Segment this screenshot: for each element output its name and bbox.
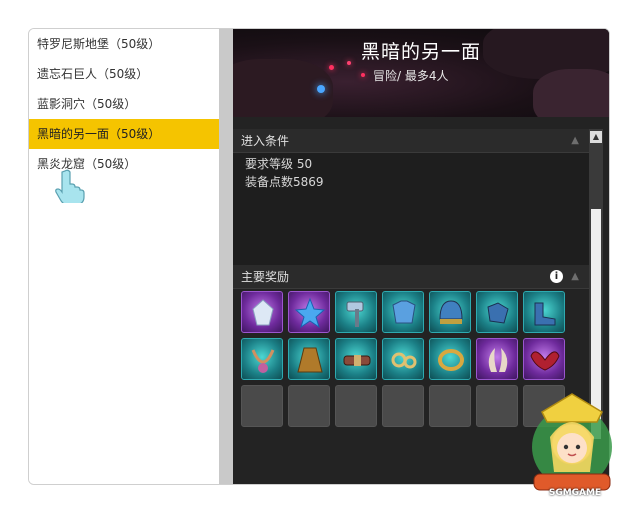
reward-slot[interactable] <box>429 338 471 380</box>
dungeon-banner: 黑暗的另一面 冒险/ 最多4人 <box>233 29 609 117</box>
scroll-up-button[interactable]: ▲ <box>590 131 602 143</box>
empty-reward-slot <box>288 385 330 427</box>
requirements-header[interactable]: 进入条件 ▲ <box>233 129 589 153</box>
reward-slot[interactable] <box>288 291 330 333</box>
reward-slot[interactable] <box>382 291 424 333</box>
dungeon-item-tronis[interactable]: 特罗尼斯地堡（50级） <box>29 29 219 59</box>
belt-icon <box>343 355 371 366</box>
hand-cursor-icon <box>55 169 85 203</box>
requirements-body: 要求等级 50 装备点数5869 <box>233 153 589 265</box>
info-icon[interactable]: i <box>550 270 563 283</box>
dungeon-item-dark-side[interactable]: 黑暗的另一面（50级） <box>29 119 219 149</box>
collapse-icon[interactable]: ▲ <box>571 129 579 153</box>
reward-slot[interactable] <box>476 291 518 333</box>
dungeon-subtitle: 冒险/ 最多4人 <box>373 69 449 83</box>
dungeon-item-blue-cave[interactable]: 蓝影洞穴（50级） <box>29 89 219 119</box>
blue-star-icon <box>294 297 326 329</box>
earrings-icon <box>391 352 417 369</box>
reward-slot[interactable] <box>241 291 283 333</box>
dungeon-list: 特罗尼斯地堡（50级） 遗忘石巨人（50级） 蓝影洞穴（50级） 黑暗的另一面（… <box>29 29 219 484</box>
reward-slot[interactable] <box>241 338 283 380</box>
dungeon-item-golem[interactable]: 遗忘石巨人（50级） <box>29 59 219 89</box>
dungeon-title: 黑暗的另一面 <box>360 41 481 63</box>
cape-icon <box>297 347 323 373</box>
necklace-icon <box>251 349 275 373</box>
rewards-header[interactable]: 主要奖励 i ▲ <box>233 265 589 289</box>
reward-slot[interactable] <box>382 338 424 380</box>
requirements-title: 进入条件 <box>241 134 290 148</box>
ring-icon <box>438 349 464 371</box>
cloth-armor-icon <box>392 300 416 324</box>
crystal-shard-icon <box>252 299 274 326</box>
collapse-icon[interactable]: ▲ <box>571 265 579 289</box>
wings-icon <box>530 351 560 371</box>
hammer-icon <box>346 301 364 327</box>
empty-reward-slot <box>382 385 424 427</box>
gloves-icon <box>487 302 509 324</box>
required-gear-score: 装备点数5869 <box>245 175 324 189</box>
reward-slot[interactable] <box>429 291 471 333</box>
rewards-title: 主要奖励 <box>241 270 290 284</box>
reward-slot[interactable] <box>335 338 377 380</box>
reward-slot[interactable] <box>523 291 565 333</box>
required-level: 要求等级 50 <box>245 157 313 171</box>
reward-slot[interactable] <box>523 338 565 380</box>
reward-slot[interactable] <box>335 291 377 333</box>
empty-reward-slot <box>335 385 377 427</box>
empty-reward-slot <box>429 385 471 427</box>
reward-slot[interactable] <box>476 338 518 380</box>
boots-icon <box>534 302 556 326</box>
horns-icon <box>488 348 508 372</box>
watermark-text: SGMGAME <box>548 488 602 498</box>
reward-slot[interactable] <box>288 338 330 380</box>
empty-reward-slot <box>241 385 283 427</box>
helmet-icon <box>439 300 463 324</box>
list-divider <box>219 29 233 484</box>
